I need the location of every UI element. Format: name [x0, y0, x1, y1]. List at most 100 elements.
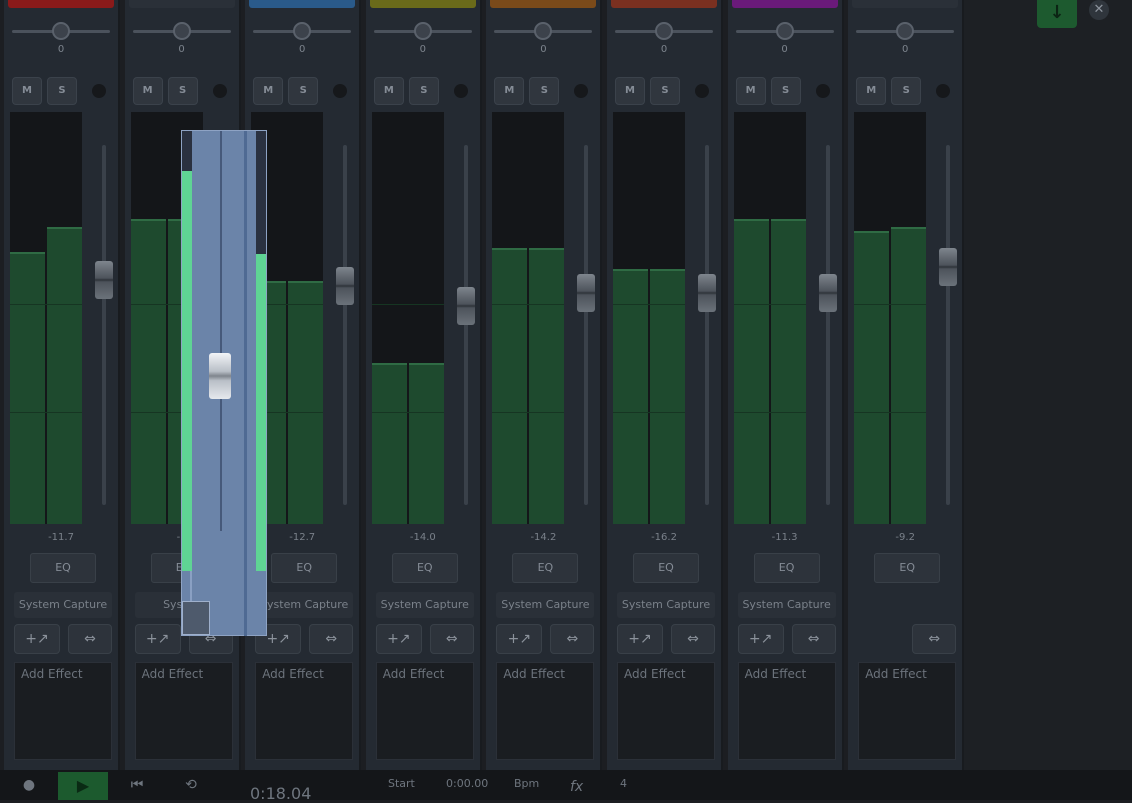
- mute-button[interactable]: M: [615, 77, 645, 105]
- solo-button[interactable]: S: [167, 77, 198, 105]
- input-source-button[interactable]: System Capture: [617, 592, 715, 618]
- mute-button[interactable]: M: [253, 77, 284, 105]
- link-button[interactable]: ⇔: [912, 624, 957, 654]
- eq-button[interactable]: EQ: [753, 553, 820, 583]
- eq-button[interactable]: EQ: [512, 553, 579, 583]
- overlay-fader-cap[interactable]: [209, 353, 231, 399]
- overlay-handle[interactable]: [182, 601, 210, 635]
- mute-button[interactable]: M: [373, 77, 404, 105]
- add-effect-slot[interactable]: Add Effect: [737, 662, 836, 760]
- eq-button[interactable]: EQ: [391, 553, 458, 583]
- add-send-button[interactable]: +↗: [375, 624, 422, 654]
- link-button[interactable]: ⇔: [309, 624, 354, 654]
- mute-button[interactable]: M: [856, 77, 887, 105]
- solo-button[interactable]: S: [891, 77, 922, 105]
- meter-gridline: [854, 304, 927, 305]
- pan-knob[interactable]: [896, 22, 915, 40]
- record-arm-button[interactable]: [574, 84, 589, 98]
- record-arm-button[interactable]: [212, 84, 227, 98]
- meter-left: [733, 219, 769, 524]
- start-value[interactable]: 0:00.00: [446, 777, 488, 790]
- eq-button[interactable]: EQ: [30, 553, 96, 583]
- mute-button[interactable]: M: [12, 77, 42, 105]
- eq-button[interactable]: EQ: [271, 553, 338, 583]
- volume-fader[interactable]: [95, 260, 113, 299]
- solo-button[interactable]: S: [47, 77, 77, 105]
- pan-knob[interactable]: [655, 22, 673, 40]
- add-effect-slot[interactable]: Add Effect: [255, 662, 354, 760]
- input-source-button[interactable]: System Capture: [737, 592, 836, 618]
- download-button[interactable]: ↓: [1037, 0, 1077, 28]
- add-effect-slot[interactable]: Add Effect: [858, 662, 957, 760]
- record-arm-button[interactable]: [815, 84, 830, 98]
- add-send-button[interactable]: +↗: [617, 624, 663, 654]
- record-arm-button[interactable]: [936, 84, 951, 98]
- track-color-bar[interactable]: [128, 0, 235, 8]
- level-readout: -11.3: [771, 532, 798, 543]
- meter-left: [10, 252, 45, 524]
- solo-button[interactable]: S: [529, 77, 560, 105]
- pan-knob[interactable]: [534, 22, 553, 40]
- input-source-button[interactable]: System Capture: [14, 592, 112, 618]
- add-effect-slot[interactable]: Add Effect: [496, 662, 595, 760]
- eq-button[interactable]: EQ: [874, 553, 941, 583]
- fader-zoom-overlay[interactable]: [181, 130, 267, 636]
- solo-button[interactable]: S: [650, 77, 680, 105]
- solo-button[interactable]: S: [770, 77, 801, 105]
- add-effect-slot[interactable]: Add Effect: [14, 662, 112, 760]
- add-effect-slot[interactable]: Add Effect: [375, 662, 474, 760]
- eq-button[interactable]: EQ: [633, 553, 699, 583]
- volume-fader[interactable]: [336, 267, 355, 306]
- link-button[interactable]: ⇔: [429, 624, 474, 654]
- track-color-bar[interactable]: [490, 0, 597, 8]
- input-source-button[interactable]: System Capture: [496, 592, 595, 618]
- add-send-button[interactable]: +↗: [14, 624, 60, 654]
- add-send-button[interactable]: +↗: [737, 624, 784, 654]
- add-effect-slot[interactable]: Add Effect: [134, 662, 233, 760]
- solo-button[interactable]: S: [288, 77, 319, 105]
- add-send-button[interactable]: +↗: [496, 624, 543, 654]
- record-arm-button[interactable]: [333, 84, 348, 98]
- volume-fader[interactable]: [577, 273, 596, 312]
- fader-track: [705, 145, 709, 505]
- pan-knob[interactable]: [775, 22, 794, 40]
- volume-fader[interactable]: [698, 273, 716, 312]
- level-readout: -14.0: [409, 532, 436, 543]
- link-button[interactable]: ⇔: [671, 624, 715, 654]
- track-color-bar[interactable]: [731, 0, 838, 8]
- input-source-button[interactable]: System Capture: [255, 592, 354, 618]
- volume-fader[interactable]: [818, 273, 837, 312]
- add-send-button[interactable]: +↗: [134, 624, 181, 654]
- fx-label[interactable]: fx: [570, 779, 583, 795]
- pan-knob[interactable]: [413, 22, 432, 40]
- track-color-bar[interactable]: [249, 0, 356, 8]
- solo-button[interactable]: S: [408, 77, 439, 105]
- track-color-bar[interactable]: [852, 0, 959, 8]
- play-button[interactable]: ▶: [58, 772, 108, 800]
- volume-fader[interactable]: [456, 286, 475, 325]
- link-button[interactable]: ⇔: [791, 624, 836, 654]
- stop-button[interactable]: ●: [14, 770, 44, 800]
- record-arm-button[interactable]: [453, 84, 468, 98]
- mute-button[interactable]: M: [132, 77, 163, 105]
- track-color-bar[interactable]: [369, 0, 476, 8]
- close-button[interactable]: ✕: [1089, 0, 1109, 20]
- volume-fader[interactable]: [939, 248, 958, 287]
- mute-button[interactable]: M: [494, 77, 525, 105]
- record-arm-button[interactable]: [695, 84, 709, 98]
- input-source-button[interactable]: System Capture: [375, 592, 474, 618]
- track-color-bar[interactable]: [611, 0, 717, 8]
- level-readout: -16.2: [651, 532, 677, 543]
- record-arm-button[interactable]: [92, 84, 106, 98]
- link-button[interactable]: ⇔: [68, 624, 112, 654]
- meter-gridline: [613, 304, 685, 305]
- mute-button[interactable]: M: [735, 77, 766, 105]
- pan-knob[interactable]: [52, 22, 70, 40]
- loop-button[interactable]: ⟲: [176, 770, 206, 800]
- track-color-bar[interactable]: [8, 0, 114, 8]
- link-button[interactable]: ⇔: [550, 624, 595, 654]
- skip-back-button[interactable]: ⏮: [122, 770, 152, 800]
- add-effect-slot[interactable]: Add Effect: [617, 662, 715, 760]
- pan-knob[interactable]: [293, 22, 312, 40]
- pan-knob[interactable]: [172, 22, 191, 40]
